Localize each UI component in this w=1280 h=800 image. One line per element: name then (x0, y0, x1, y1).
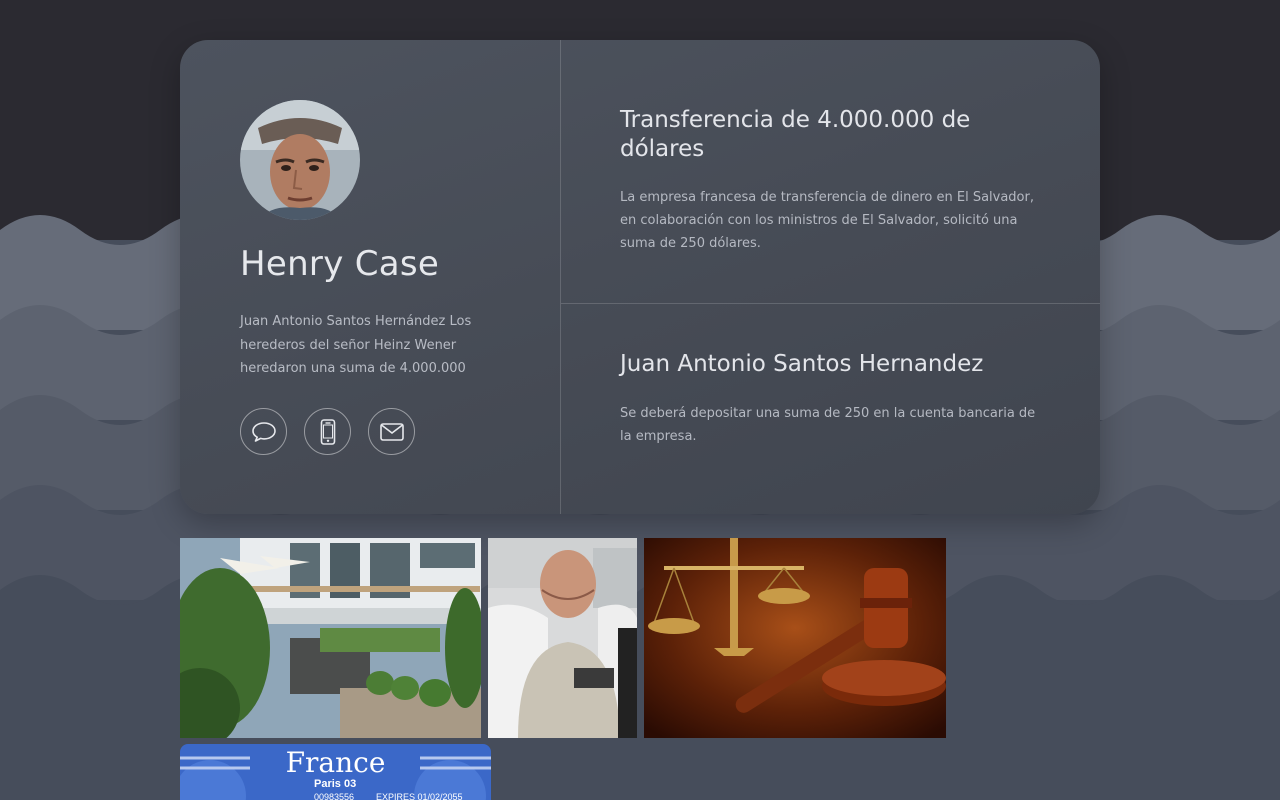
card-divider-vertical (560, 40, 561, 514)
chat-button[interactable] (240, 408, 287, 455)
email-button[interactable] (368, 408, 415, 455)
panel-text-transfer: La empresa francesa de transferencia de … (620, 190, 1034, 251)
chat-bubble-icon (251, 421, 276, 442)
phone-button[interactable] (304, 408, 351, 455)
hospital-patient-photo[interactable] (488, 538, 637, 738)
profile-bio: Juan Antonio Santos Hernández Los herede… (240, 314, 472, 376)
gavel-scales-photo[interactable] (644, 538, 946, 738)
id-card-city: Paris 03 (314, 778, 357, 790)
villa-photo[interactable] (180, 538, 481, 738)
mobile-phone-icon (320, 418, 335, 445)
panel-text-recipient: Se deberá depositar una suma de 250 en l… (620, 406, 1036, 444)
france-id-card-photo[interactable]: France Paris 03 00983556 EXPIRES 01/02/2… (180, 744, 491, 800)
panel-title-transfer: Transferencia de 4.000.000 de dólares (620, 107, 971, 162)
envelope-icon (379, 422, 404, 441)
id-card-country: France (285, 746, 386, 779)
avatar (240, 100, 360, 220)
profile-name: Henry Case (240, 244, 440, 284)
panel-title-recipient: Juan Antonio Santos Hernandez (620, 351, 984, 377)
id-card-number: 00983556 (314, 792, 355, 800)
profile-card: Henry Case Juan Antonio Santos Hernández… (180, 40, 1100, 514)
id-card-expiry: EXPIRES 01/02/2055 (376, 792, 463, 800)
card-divider-horizontal (561, 303, 1100, 304)
social-links (240, 408, 415, 455)
